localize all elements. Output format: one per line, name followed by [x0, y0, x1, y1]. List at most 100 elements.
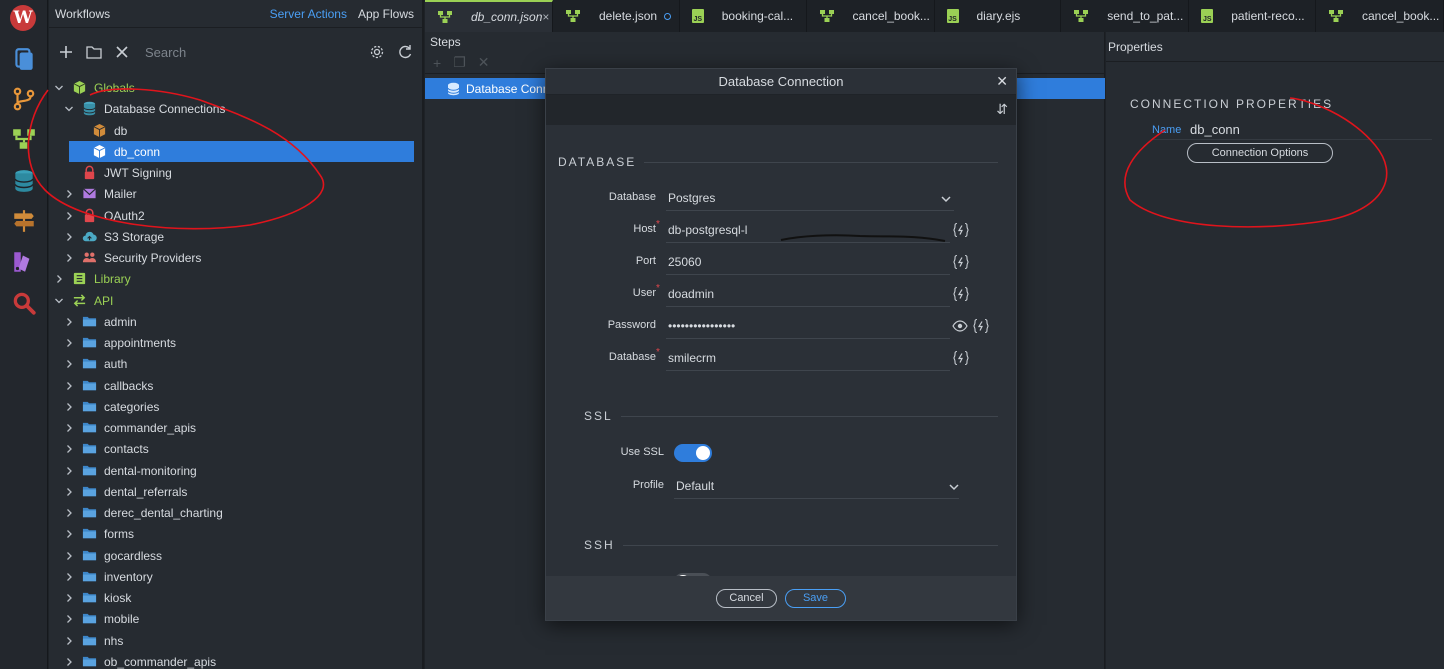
dynamic-data-icon[interactable] — [973, 318, 989, 334]
tree-item-appointments[interactable]: appointments — [49, 332, 414, 353]
chevron-right-icon[interactable] — [63, 358, 75, 370]
tree-item-db[interactable]: db — [49, 120, 414, 141]
git-icon[interactable] — [11, 86, 37, 112]
chevron-right-icon[interactable] — [63, 507, 75, 519]
app-flows-link[interactable]: App Flows — [358, 7, 414, 21]
cancel-button[interactable]: Cancel — [716, 588, 777, 608]
tree-item-oauth2[interactable]: OAuth2 — [49, 205, 414, 226]
add-icon[interactable] — [57, 43, 75, 61]
tree-item-categories[interactable]: categories — [49, 396, 414, 417]
search-input[interactable]: Search — [145, 45, 368, 60]
chevron-right-icon[interactable] — [63, 486, 75, 498]
tree-item-mailer[interactable]: Mailer — [49, 183, 414, 204]
refresh-icon[interactable] — [396, 43, 414, 61]
tree-item-contacts[interactable]: contacts — [49, 438, 414, 459]
tab-booking-cal-[interactable]: JS booking-cal... — [680, 0, 807, 32]
design-icon[interactable] — [11, 249, 37, 275]
chevron-right-icon[interactable] — [63, 252, 75, 264]
tree-item-dental-monitoring[interactable]: dental-monitoring — [49, 460, 414, 481]
tree-item-db-conn[interactable]: db_conn — [69, 141, 414, 162]
profile-select[interactable]: Default — [674, 475, 959, 499]
tab-cancel-book-[interactable]: cancel_book... — [1316, 0, 1444, 32]
chevron-right-icon[interactable] — [63, 380, 75, 392]
tree-item-inventory[interactable]: inventory — [49, 566, 414, 587]
close-icon[interactable]: ✕ — [996, 73, 1008, 90]
tree-item-ob-commander-apis[interactable]: ob_commander_apis — [49, 651, 414, 669]
name-field[interactable]: db_conn — [1190, 122, 1240, 137]
tree-item-gocardless[interactable]: gocardless — [49, 545, 414, 566]
tree-item-derec-dental-charting[interactable]: derec_dental_charting — [49, 502, 414, 523]
chevron-down-icon[interactable] — [938, 191, 954, 207]
chevron-right-icon[interactable] — [63, 422, 75, 434]
field-input[interactable]: •••••••••••••••• — [666, 315, 950, 339]
search-icon[interactable] — [11, 290, 37, 316]
chevron-down-icon[interactable] — [53, 82, 65, 94]
tree-item-jwt-signing[interactable]: JWT Signing — [49, 162, 414, 183]
chevron-right-icon[interactable] — [63, 210, 75, 222]
tab-delete-json[interactable]: delete.json — [553, 0, 680, 32]
tab-db-conn-json[interactable]: db_conn.json × — [425, 0, 553, 32]
tree-item-dental-referrals[interactable]: dental_referrals — [49, 481, 414, 502]
chevron-right-icon[interactable] — [63, 592, 75, 604]
tree-item-admin[interactable]: admin — [49, 311, 414, 332]
chevron-down-icon[interactable] — [63, 103, 75, 115]
settings-gear-icon[interactable] — [368, 43, 386, 61]
chevron-right-icon[interactable] — [63, 635, 75, 647]
add-step-icon[interactable]: + — [433, 55, 441, 71]
tree-item-s3-storage[interactable]: S3 Storage — [49, 226, 414, 247]
routing-icon[interactable] — [11, 208, 37, 234]
dynamic-data-icon[interactable] — [953, 254, 969, 270]
sort-icon[interactable]: ⇵ — [996, 101, 1008, 118]
chevron-right-icon[interactable] — [63, 401, 75, 413]
tree-item-commander-apis[interactable]: commander_apis — [49, 417, 414, 438]
field-input[interactable]: 25060 — [666, 251, 950, 275]
field-input[interactable]: smilecrm — [666, 347, 950, 371]
chevron-right-icon[interactable] — [63, 188, 75, 200]
new-folder-icon[interactable] — [85, 43, 103, 61]
tab-send-to-pat-[interactable]: send_to_pat... — [1061, 0, 1190, 32]
use-ssl-toggle[interactable] — [674, 444, 712, 462]
chevron-down-icon[interactable] — [946, 479, 962, 495]
database-type-select[interactable]: Postgres — [666, 187, 954, 211]
dynamic-data-icon[interactable] — [953, 286, 969, 302]
server-actions-link[interactable]: Server Actions — [270, 7, 347, 21]
chevron-right-icon[interactable] — [63, 656, 75, 668]
tab-diary-ejs[interactable]: JS diary.ejs — [935, 0, 1062, 32]
close-tab-icon[interactable]: × — [542, 10, 549, 24]
tree-item-library[interactable]: Library — [49, 268, 414, 289]
copy-step-icon[interactable]: ❐ — [453, 54, 466, 71]
tree-item-mobile[interactable]: mobile — [49, 608, 414, 629]
connection-options-button[interactable]: Connection Options — [1187, 143, 1333, 163]
chevron-right-icon[interactable] — [63, 337, 75, 349]
field-input[interactable]: doadmin — [666, 283, 950, 307]
dynamic-data-icon[interactable] — [953, 350, 969, 366]
pages-icon[interactable] — [11, 46, 37, 72]
tree-item-callbacks[interactable]: callbacks — [49, 375, 414, 396]
tree-item-api[interactable]: API — [49, 290, 414, 311]
delete-icon[interactable] — [113, 43, 131, 61]
tree-item-database-connections[interactable]: Database Connections — [49, 98, 414, 119]
save-button[interactable]: Save — [785, 588, 846, 608]
chevron-down-icon[interactable] — [53, 295, 65, 307]
eye-icon[interactable] — [952, 318, 968, 334]
tree-item-globals[interactable]: Globals — [49, 77, 414, 98]
wappler-logo-icon[interactable]: W — [10, 5, 36, 31]
database-icon[interactable] — [11, 168, 37, 194]
chevron-right-icon[interactable] — [53, 273, 65, 285]
workflows-icon[interactable] — [11, 126, 37, 152]
chevron-right-icon[interactable] — [63, 231, 75, 243]
chevron-right-icon[interactable] — [63, 550, 75, 562]
chevron-right-icon[interactable] — [63, 613, 75, 625]
tree-item-auth[interactable]: auth — [49, 353, 414, 374]
tree-item-forms[interactable]: forms — [49, 523, 414, 544]
tree-item-security-providers[interactable]: Security Providers — [49, 247, 414, 268]
chevron-right-icon[interactable] — [63, 571, 75, 583]
chevron-right-icon[interactable] — [63, 443, 75, 455]
tab-cancel-book-[interactable]: cancel_book... — [807, 0, 935, 32]
field-input[interactable]: db-postgresql-l — [666, 219, 950, 243]
tree-item-kiosk[interactable]: kiosk — [49, 587, 414, 608]
chevron-right-icon[interactable] — [63, 316, 75, 328]
chevron-right-icon[interactable] — [63, 465, 75, 477]
chevron-right-icon[interactable] — [63, 528, 75, 540]
delete-step-icon[interactable]: ✕ — [478, 54, 490, 71]
